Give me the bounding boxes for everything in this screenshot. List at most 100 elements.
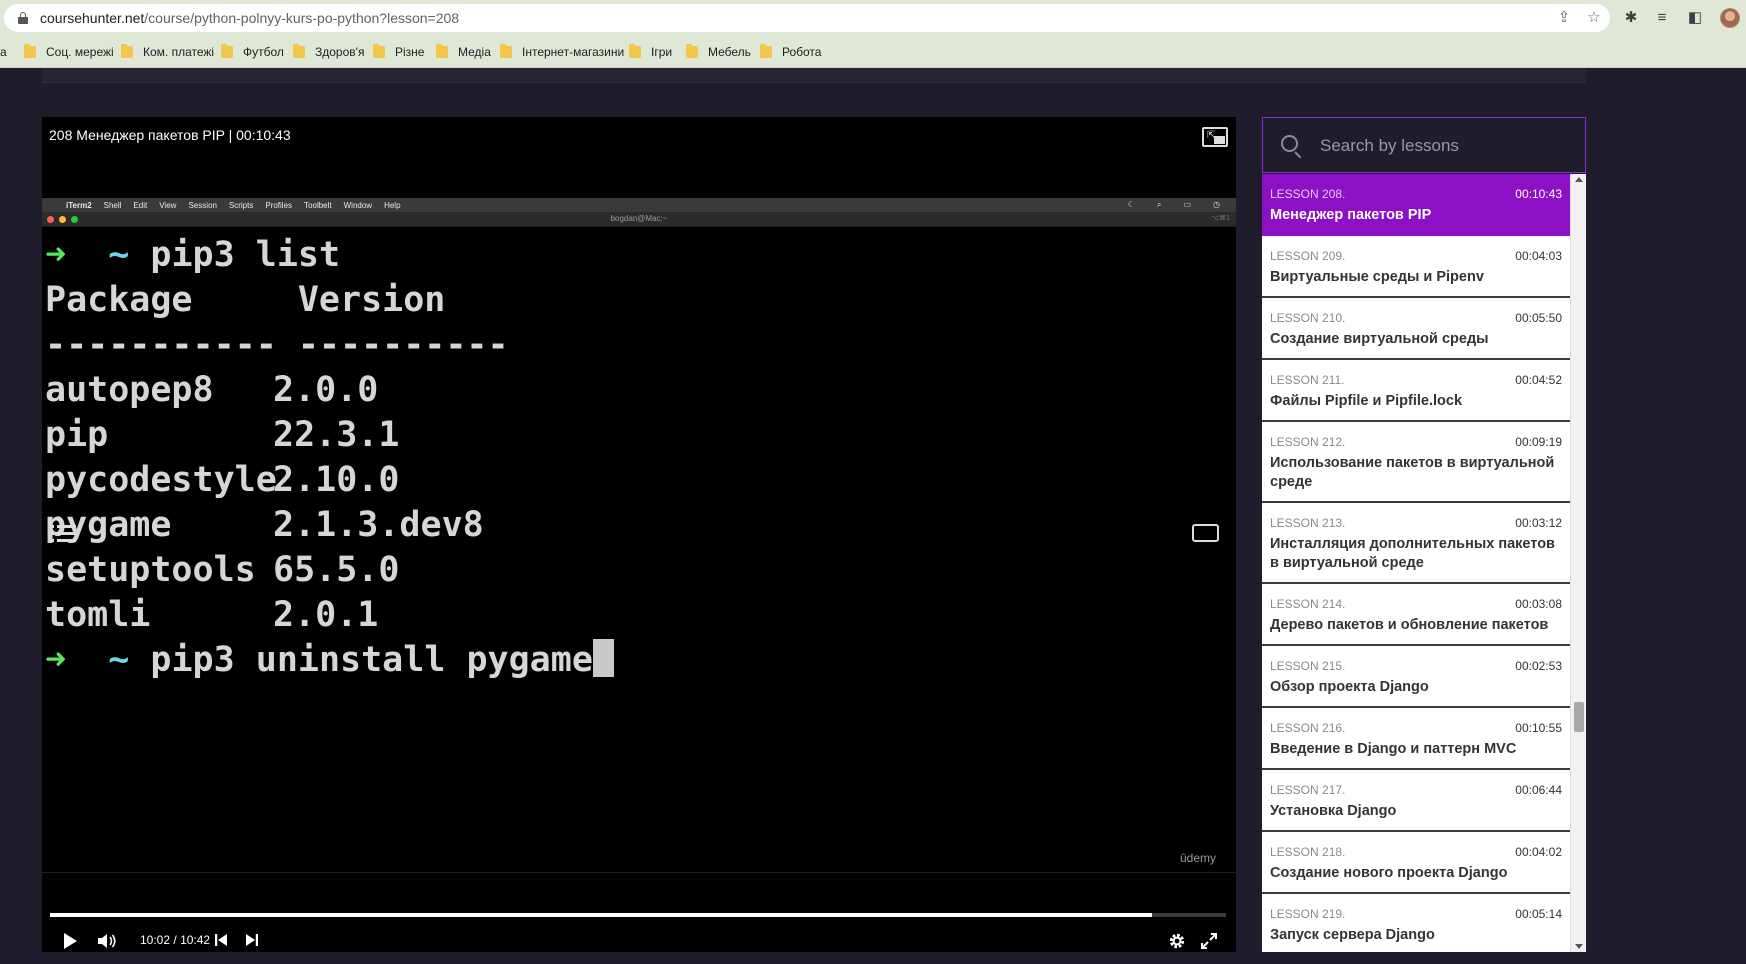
- scroll-thumb[interactable]: [1574, 702, 1584, 732]
- lesson-item[interactable]: LESSON 217. 00:06:44 Установка Django: [1262, 770, 1570, 832]
- lesson-item[interactable]: LESSON 215. 00:02:53 Обзор проекта Django: [1262, 646, 1570, 708]
- bookmark-item[interactable]: а: [0, 43, 7, 61]
- lesson-number: LESSON 212.: [1270, 435, 1346, 449]
- bookmarks-bar: а Соц. мережі Ком. платежі Футбол Здоров'я Рі…: [0, 36, 1746, 68]
- lesson-item[interactable]: LESSON 210. 00:05:50 Создание виртуальной …: [1262, 298, 1570, 360]
- side-panel-icon[interactable]: ◧: [1686, 9, 1704, 27]
- lesson-item[interactable]: LESSON 209. 00:04:03 Виртуальные среды и P…: [1262, 236, 1570, 298]
- terminal-output: ➜ ~ pip3 list Package Version ----------- …: [45, 233, 1145, 683]
- mac-menu-bar: iTerm2 Shell Edit View Session Scripts Profile…: [42, 198, 1236, 212]
- mac-menu-item: Toolbelt: [304, 200, 332, 210]
- lesson-title: Введение в Django и паттерн MVC: [1270, 741, 1517, 757]
- lock-icon[interactable]: [18, 12, 28, 24]
- url-text[interactable]: coursehunter.net/course/python-polnyy-ku…: [40, 10, 459, 26]
- lesson-title: Инсталляция дополнительных пакетов в вир…: [1270, 536, 1555, 571]
- skip-previous-icon: [215, 934, 227, 946]
- captions-icon[interactable]: [1192, 524, 1219, 542]
- bookmark-item[interactable]: Соц. мережі: [24, 43, 114, 61]
- terminal-header: Package Version: [45, 280, 446, 320]
- bookmark-item[interactable]: Ігри: [629, 43, 672, 61]
- lesson-duration: 00:02:53: [1515, 659, 1562, 673]
- lesson-item[interactable]: LESSON 212. 00:09:19 Использование пакетов…: [1262, 422, 1570, 503]
- previous-button[interactable]: [214, 932, 228, 953]
- package-row: pip 22.3.1: [45, 413, 1145, 458]
- profile-avatar[interactable]: [1720, 8, 1740, 28]
- gear-icon: [1169, 933, 1185, 949]
- package-row: tomli 2.0.1: [45, 593, 1145, 638]
- extensions-icon[interactable]: ✱: [1622, 9, 1640, 27]
- time-total: 10:42: [180, 933, 211, 947]
- playlist-icon[interactable]: [50, 523, 76, 543]
- picture-in-picture-icon[interactable]: ⇱: [1202, 127, 1228, 147]
- bookmark-item[interactable]: Медіа: [436, 43, 491, 61]
- lesson-duration: 00:06:44: [1515, 783, 1562, 797]
- progress-bar[interactable]: [50, 913, 1226, 917]
- display-icon: ▭: [1183, 200, 1192, 209]
- lesson-number: LESSON 217.: [1270, 783, 1346, 797]
- video-player[interactable]: 208 Менеджер пакетов PIP | 00:10:43 ⇱ iT…: [42, 117, 1236, 952]
- lesson-title: Установка Django: [1270, 803, 1397, 819]
- bookmark-item[interactable]: Різне: [373, 43, 424, 61]
- share-icon[interactable]: ⇪: [1556, 10, 1572, 26]
- bookmark-label: Медіа: [458, 45, 491, 59]
- volume-icon: [98, 934, 116, 948]
- package-row: setuptools 65.5.0: [45, 548, 1145, 593]
- terminal-title: bogdan@Mac:~: [610, 214, 668, 223]
- settings-button[interactable]: [1168, 932, 1186, 955]
- lesson-duration: 00:05:50: [1515, 311, 1562, 325]
- bookmark-item[interactable]: Здоров'я: [293, 43, 364, 61]
- lesson-list-scrollbar[interactable]: [1570, 174, 1586, 952]
- scroll-down-icon[interactable]: [1575, 944, 1583, 949]
- bookmark-item[interactable]: Футбол: [221, 43, 284, 61]
- lesson-title: Менеджер пакетов PIP: [1270, 207, 1432, 223]
- terminal-cursor: [592, 639, 614, 677]
- mac-status-icons: ☾ ⌕ ▭ ◷: [1128, 200, 1232, 210]
- bookmark-item[interactable]: Ком. платежі: [121, 43, 214, 61]
- lesson-number: LESSON 208.: [1270, 187, 1346, 201]
- bookmark-item[interactable]: Мебель: [686, 43, 751, 61]
- lesson-item[interactable]: LESSON 214. 00:03:08 Дерево пакетов и обно…: [1262, 584, 1570, 646]
- address-bar[interactable]: coursehunter.net/course/python-polnyy-ku…: [4, 4, 1610, 32]
- bookmark-item[interactable]: Інтернет-магазини: [500, 43, 624, 61]
- mac-menu-item: Profiles: [265, 200, 293, 210]
- lesson-title: Файлы Pipfile и Pipfile.lock: [1270, 393, 1463, 409]
- browser-toolbar: coursehunter.net/course/python-polnyy-ku…: [0, 0, 1746, 36]
- lesson-item-active[interactable]: LESSON 208. 00:10:43 Менеджер пакетов PIP: [1262, 174, 1570, 236]
- bookmark-label: Ком. платежі: [143, 45, 215, 59]
- lesson-item[interactable]: LESSON 216. 00:10:55 Введение в Django и п…: [1262, 708, 1570, 770]
- volume-button[interactable]: [97, 932, 117, 955]
- lesson-number: LESSON 216.: [1270, 721, 1346, 735]
- scroll-up-icon[interactable]: [1575, 177, 1583, 182]
- lesson-title: Обзор проекта Django: [1270, 679, 1429, 695]
- fullscreen-button[interactable]: [1200, 932, 1218, 955]
- terminal-command: pip3 uninstall pygame: [150, 640, 593, 680]
- lesson-item[interactable]: LESSON 211. 00:04:52 Файлы Pipfile и Pipfi…: [1262, 360, 1570, 422]
- time-current: 10:02: [140, 933, 171, 947]
- lesson-list[interactable]: LESSON 208. 00:10:43 Менеджер пакетов PIP L…: [1262, 174, 1570, 952]
- next-button[interactable]: [245, 932, 259, 953]
- progress-fill: [50, 913, 1152, 917]
- star-icon[interactable]: ☆: [1586, 10, 1602, 26]
- mac-menu-item: Edit: [133, 200, 148, 210]
- lesson-search[interactable]: [1262, 117, 1586, 173]
- folder-icon: [221, 44, 233, 58]
- lesson-duration: 00:03:08: [1515, 597, 1562, 611]
- bookmark-label: Інтернет-магазини: [522, 45, 625, 59]
- package-name: tomli: [45, 595, 151, 635]
- terminal-command: pip3 list: [150, 235, 341, 275]
- play-button[interactable]: [62, 932, 78, 955]
- bookmark-label: Робота: [782, 45, 822, 59]
- lesson-item[interactable]: LESSON 213. 00:03:12 Инсталляция дополните…: [1262, 503, 1570, 584]
- package-row: pycodestyle2.10.0: [45, 458, 1145, 503]
- fullscreen-icon: [1201, 933, 1217, 949]
- lesson-title: Создание виртуальной среды: [1270, 331, 1489, 347]
- search-input[interactable]: [1320, 135, 1570, 157]
- lesson-item[interactable]: LESSON 218. 00:04:02 Создание нового проек…: [1262, 832, 1570, 894]
- lesson-number: LESSON 218.: [1270, 845, 1346, 859]
- lesson-item[interactable]: LESSON 219. 00:05:14 Запуск сервера Django: [1262, 894, 1570, 952]
- terminal-divider: ----------- ----------: [45, 325, 509, 365]
- lesson-duration: 00:10:55: [1515, 721, 1562, 735]
- package-row: autopep8 2.0.0: [45, 368, 1145, 413]
- media-control-icon[interactable]: ≡: [1653, 9, 1671, 27]
- bookmark-item[interactable]: Робота: [760, 43, 821, 61]
